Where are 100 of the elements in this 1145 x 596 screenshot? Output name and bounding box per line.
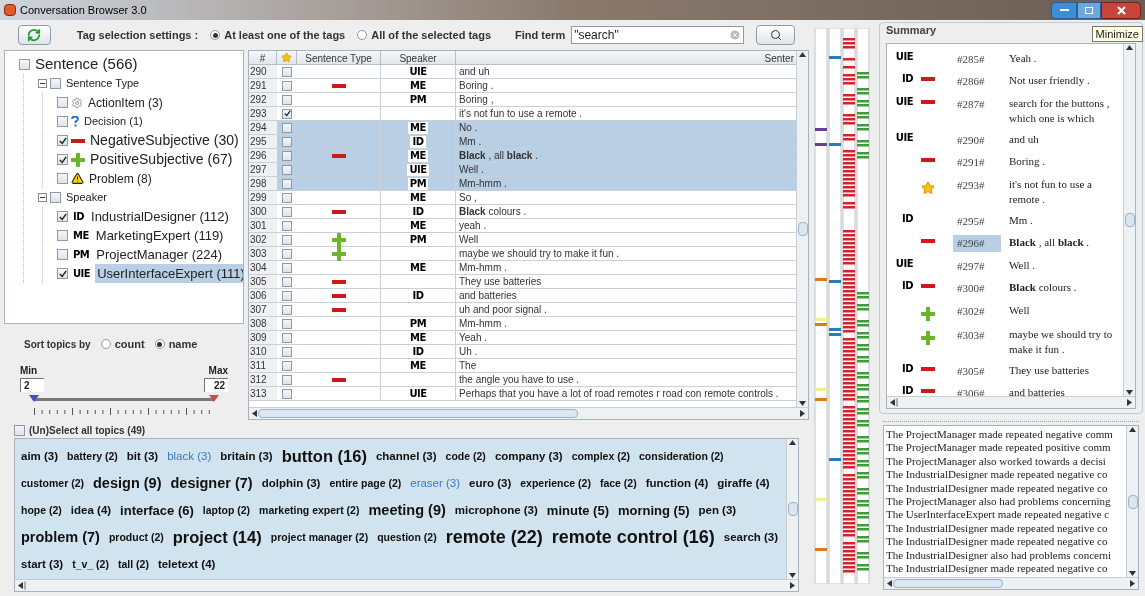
table-row[interactable]: 301 ME yeah . <box>249 219 796 233</box>
minimize-button[interactable] <box>1051 1 1077 19</box>
checkbox[interactable] <box>57 154 68 165</box>
topic-tag[interactable]: teletext (4) <box>157 551 216 578</box>
topic-tag[interactable]: experience (2) <box>520 470 591 497</box>
scroll-left-arrow-icon[interactable] <box>886 580 893 587</box>
tree-item[interactable]: Problem (8) <box>87 169 154 188</box>
table-row[interactable]: 313 UIE Perhaps that you have a lot of road remotes r road con remote controls . <box>249 387 796 401</box>
topic-tag[interactable]: button (16) <box>281 443 367 470</box>
checkbox[interactable] <box>50 78 61 89</box>
radio-button[interactable] <box>210 30 221 40</box>
checkbox[interactable] <box>282 234 292 245</box>
radio-label[interactable]: name <box>168 336 198 353</box>
sentence-number[interactable]: #300# <box>953 280 1001 297</box>
tree-item[interactable]: ActionItem (3) <box>86 93 165 112</box>
sentence-number[interactable]: #303# <box>953 326 1001 343</box>
table-row[interactable]: 298 PM Mm-hmm . <box>249 177 796 191</box>
checkbox[interactable] <box>282 164 292 175</box>
checkbox[interactable] <box>282 150 292 161</box>
scroll-left-arrow-icon[interactable] <box>17 582 24 589</box>
range-slider[interactable] <box>29 394 219 404</box>
checkbox[interactable] <box>282 262 292 273</box>
scroll-thumb[interactable] <box>893 579 1003 588</box>
checkbox[interactable] <box>57 173 68 184</box>
table-row[interactable]: 299 ME So , <box>249 191 796 205</box>
checkbox[interactable] <box>50 192 61 203</box>
topic-tag[interactable]: laptop (2) <box>202 497 251 524</box>
radio-button[interactable] <box>154 339 165 350</box>
scroll-down-arrow-icon[interactable] <box>789 572 796 579</box>
checkbox[interactable] <box>57 116 68 127</box>
checkbox[interactable] <box>282 276 292 287</box>
topic-tag[interactable]: dolphin (3) <box>261 470 321 497</box>
checkbox[interactable] <box>282 80 292 91</box>
maximize-button[interactable] <box>1077 1 1101 19</box>
search-button[interactable] <box>756 25 795 45</box>
horizontal-scrollbar[interactable] <box>249 407 808 419</box>
checkbox[interactable] <box>282 318 292 329</box>
clear-icon[interactable] <box>729 29 742 41</box>
scroll-thumb[interactable] <box>24 581 26 590</box>
topic-tag[interactable]: design (9) <box>93 470 162 497</box>
scroll-thumb[interactable] <box>1124 212 1135 227</box>
topic-tag[interactable]: project manager (2) <box>270 524 369 551</box>
horizontal-scrollbar[interactable] <box>887 396 1135 408</box>
topic-tag[interactable]: start (3) <box>21 551 64 578</box>
horizontal-scrollbar[interactable] <box>15 579 798 591</box>
sentence-number[interactable]: #285# <box>953 50 1001 67</box>
topic-tag[interactable]: consideration (2) <box>639 443 724 470</box>
checkbox[interactable] <box>57 230 68 241</box>
table-row[interactable]: 292 PM Boring , <box>249 93 796 107</box>
column-header[interactable]: # <box>249 51 277 64</box>
table-row[interactable]: 304 ME Mm-hmm . <box>249 261 796 275</box>
topic-tag[interactable]: face (2) <box>599 470 637 497</box>
topic-tag[interactable]: product (2) <box>108 524 164 551</box>
topic-tag[interactable]: remote (22) <box>445 524 543 551</box>
tree-item[interactable]: ProjectManager (224) <box>94 244 224 265</box>
radio-label[interactable]: count <box>114 336 145 353</box>
checkbox[interactable] <box>282 388 292 399</box>
topic-tag[interactable]: complex (2) <box>571 443 630 470</box>
topic-tag[interactable]: code (2) <box>445 443 486 470</box>
table-row[interactable]: 302 PM Well <box>249 233 796 247</box>
topic-tag[interactable]: morning (5) <box>617 497 690 524</box>
scroll-down-arrow-icon[interactable] <box>799 400 806 407</box>
checkbox[interactable] <box>282 192 292 203</box>
topic-tag[interactable]: entire page (2) <box>329 470 402 497</box>
checkbox[interactable] <box>57 268 68 279</box>
scroll-right-arrow-icon[interactable] <box>789 582 796 589</box>
checkbox[interactable] <box>19 59 30 70</box>
topic-tag[interactable]: project (14) <box>172 524 262 551</box>
slider-thumb[interactable] <box>29 394 39 402</box>
table-row[interactable]: 290 UIE and uh <box>249 65 796 79</box>
topic-tag[interactable]: battery (2) <box>67 443 118 470</box>
table-row[interactable]: 311 ME The <box>249 359 796 373</box>
topic-tag[interactable]: t_v_ (2) <box>72 551 109 578</box>
refresh-button[interactable] <box>18 25 51 45</box>
sentence-number[interactable]: #302# <box>953 302 1001 319</box>
table-row[interactable]: 295 ID Mm . <box>249 135 796 149</box>
checkbox[interactable] <box>282 290 292 301</box>
checkbox[interactable] <box>282 374 292 385</box>
topic-tag[interactable]: remote control (16) <box>551 524 715 551</box>
topic-tag[interactable]: bit (3) <box>126 443 159 470</box>
topic-tag[interactable]: problem (7) <box>21 524 100 551</box>
sentence-number[interactable]: #290# <box>953 131 1001 148</box>
checkbox[interactable] <box>14 424 25 436</box>
checkbox[interactable] <box>282 108 292 119</box>
sentence-number[interactable]: #293# <box>953 176 1001 193</box>
topic-tag[interactable]: function (4) <box>645 470 709 497</box>
checkbox[interactable] <box>282 346 292 357</box>
vertical-scrollbar[interactable] <box>1123 43 1135 396</box>
horizontal-scrollbar[interactable] <box>884 577 1138 589</box>
slider-thumb[interactable] <box>209 394 219 402</box>
collapse-icon[interactable] <box>38 193 47 202</box>
tree-item[interactable]: NegativeSubjective (30) <box>88 130 241 151</box>
checkbox[interactable] <box>282 332 292 343</box>
column-header[interactable]: Senter <box>456 51 796 64</box>
checkbox[interactable] <box>57 249 68 260</box>
scroll-thumb[interactable] <box>797 222 808 236</box>
checkbox[interactable] <box>282 304 292 315</box>
radio-button[interactable] <box>100 339 111 350</box>
scroll-left-arrow-icon[interactable] <box>251 410 258 417</box>
radio-label[interactable]: At least one of the tags <box>224 26 346 44</box>
